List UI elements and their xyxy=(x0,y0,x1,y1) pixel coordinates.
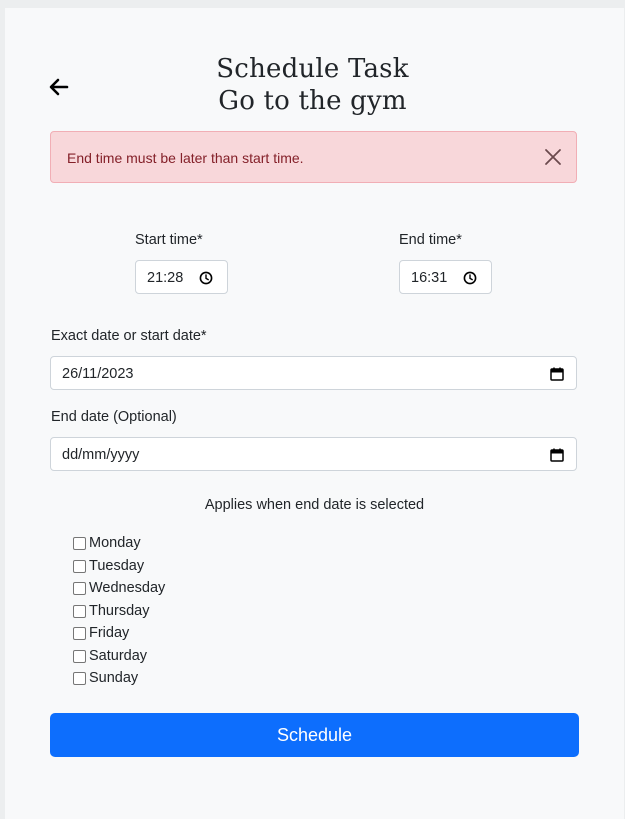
day-label: Monday xyxy=(89,535,141,551)
end-date-input[interactable]: dd/mm/yyyy xyxy=(50,437,577,471)
day-label: Saturday xyxy=(89,647,148,664)
clock-icon[interactable] xyxy=(463,271,477,285)
thursday-checkbox[interactable] xyxy=(73,604,86,618)
clock-icon[interactable] xyxy=(199,271,213,285)
saturday-checkbox[interactable] xyxy=(73,649,86,663)
calendar-icon[interactable] xyxy=(550,448,564,462)
start-date-label: Exact date or start date* xyxy=(51,328,207,344)
start-time-value: 21:28 xyxy=(147,270,184,286)
monday-checkbox[interactable] xyxy=(73,537,86,550)
end-date-label: End date (Optional) xyxy=(51,409,177,425)
day-label: Friday xyxy=(89,625,130,641)
day-label: Wednesday xyxy=(89,580,166,596)
day-label: Thursday xyxy=(89,602,150,619)
day-label: Sunday xyxy=(89,670,139,686)
alert-message: End time must be later than start time. xyxy=(67,150,304,166)
end-time-label: End time* xyxy=(399,232,462,248)
sunday-checkbox[interactable] xyxy=(73,672,86,685)
start-time-input[interactable]: 21:28 xyxy=(135,260,228,294)
day-label: Tuesday xyxy=(89,557,145,574)
end-date-placeholder: dd/mm/yyyy xyxy=(62,447,140,463)
calendar-icon[interactable] xyxy=(550,367,564,381)
days-hint: Applies when end date is selected xyxy=(204,497,425,513)
schedule-button[interactable]: Schedule xyxy=(50,713,579,757)
error-alert: End time must be later than start time. xyxy=(50,131,577,183)
end-time-input[interactable]: 16:31 xyxy=(399,260,492,294)
start-date-value: 26/11/2023 xyxy=(62,366,134,382)
task-name: Go to the gym xyxy=(218,86,407,116)
page-title: Schedule Task xyxy=(216,54,409,84)
start-time-label: Start time* xyxy=(135,232,203,248)
start-date-input[interactable]: 26/11/2023 xyxy=(50,356,577,390)
wednesday-checkbox[interactable] xyxy=(73,582,86,595)
tuesday-checkbox[interactable] xyxy=(73,559,86,573)
friday-checkbox[interactable] xyxy=(73,627,86,640)
close-icon[interactable] xyxy=(544,148,562,166)
end-time-value: 16:31 xyxy=(411,270,448,286)
